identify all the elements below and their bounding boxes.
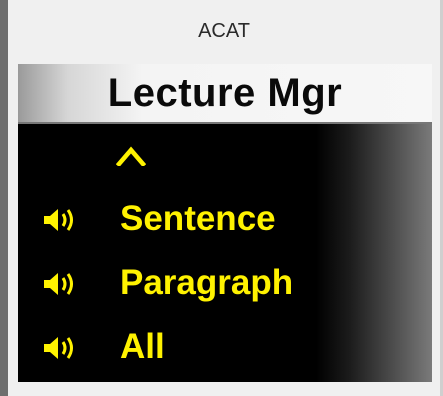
menu-item-label: All — [120, 327, 165, 366]
menu-item-label: Sentence — [120, 199, 276, 238]
scanner-header: Lecture Mgr — [18, 64, 432, 124]
back-item[interactable] — [18, 124, 432, 182]
speaker-icon — [44, 209, 73, 231]
chevron-up-icon — [116, 146, 146, 166]
window-bottom-edge — [8, 382, 440, 396]
menu-item-sentence[interactable]: Sentence — [18, 190, 432, 248]
window-titlebar[interactable]: ACAT — [8, 0, 440, 62]
menu-item-all[interactable]: All — [18, 318, 432, 376]
window-title: ACAT — [198, 19, 250, 42]
speaker-icon — [44, 273, 73, 295]
speaker-icon — [44, 337, 73, 359]
page-title: Lecture Mgr — [107, 70, 343, 115]
menu-item-paragraph[interactable]: Paragraph — [18, 254, 432, 312]
scanner-panel: Sentence Paragraph All — [18, 124, 432, 382]
menu-item-label: Paragraph — [120, 263, 294, 302]
